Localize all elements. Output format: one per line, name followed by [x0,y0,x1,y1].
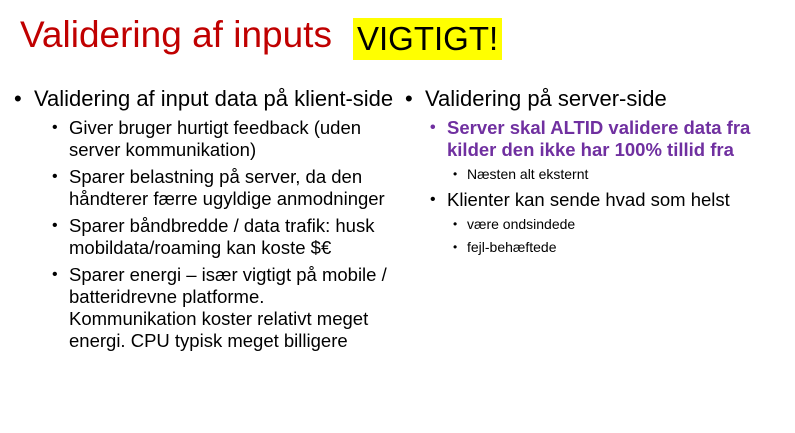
list-item-text: være ondsindede [467,216,576,232]
list-item-text: Næsten alt eksternt [467,166,589,182]
bullet-icon: • [405,86,413,111]
slide-title: Validering af inputs [20,14,332,55]
bullet-icon: • [14,86,22,111]
list-item: • Sparer energi – især vigtigt på mobile … [52,264,394,352]
bullet-icon: • [453,217,458,231]
bullet-icon: • [52,266,58,283]
client-side-bullet: • Validering af input data på klient-sid… [14,86,394,112]
list-item-text: Giver bruger hurtigt feedback (uden serv… [69,117,362,160]
right-column: • Validering på server-side • Server skal… [405,86,790,257]
list-item: • Klienter kan sende hvad som helst [430,189,790,211]
list-item-text: Sparer båndbredde / data trafik: husk mo… [69,215,375,258]
bullet-icon: • [430,191,436,208]
bullet-icon: • [52,168,58,185]
list-item: • være ondsindede [451,214,790,234]
list-item-text: Klienter kan sende hvad som helst [447,189,730,210]
client-side-heading: Validering af input data på klient-side [34,86,394,111]
server-side-heading: Validering på server-side [425,86,667,111]
bullet-icon: • [453,240,458,254]
list-item: • fejl-behæftede [451,237,790,257]
list-item: • Sparer båndbredde / data trafik: husk m… [52,215,394,259]
bullet-icon: • [52,217,58,234]
clients-sublist: • være ondsindede • fejl-behæftede [451,214,790,257]
server-side-bullet: • Validering på server-side [405,86,790,112]
list-item: • Næsten alt eksternt [451,164,790,184]
client-side-list: • Giver bruger hurtigt feedback (uden ser… [52,117,394,352]
list-item-text: fejl-behæftede [467,239,557,255]
bullet-icon: • [430,119,436,136]
clients-list: • Klienter kan sende hvad som helst [430,189,790,211]
list-item: • Giver bruger hurtigt feedback (uden ser… [52,117,394,161]
list-item-text: Sparer energi – især vigtigt på mobile /… [69,264,387,351]
important-highlight: VIGTIGT! [353,18,503,60]
server-side-list: • Server skal ALTID validere data fra kil… [430,117,790,161]
list-item: • Sparer belastning på server, da den hån… [52,166,394,210]
list-item-text: Sparer belastning på server, da den hånd… [69,166,385,209]
left-column: • Validering af input data på klient-sid… [14,86,394,352]
emphasis-text: Server skal ALTID validere data fra kild… [447,117,751,160]
list-item-emphasis: • Server skal ALTID validere data fra kil… [430,117,790,161]
bullet-icon: • [52,119,58,136]
bullet-icon: • [453,167,458,181]
emphasis-sublist: • Næsten alt eksternt [451,164,790,184]
